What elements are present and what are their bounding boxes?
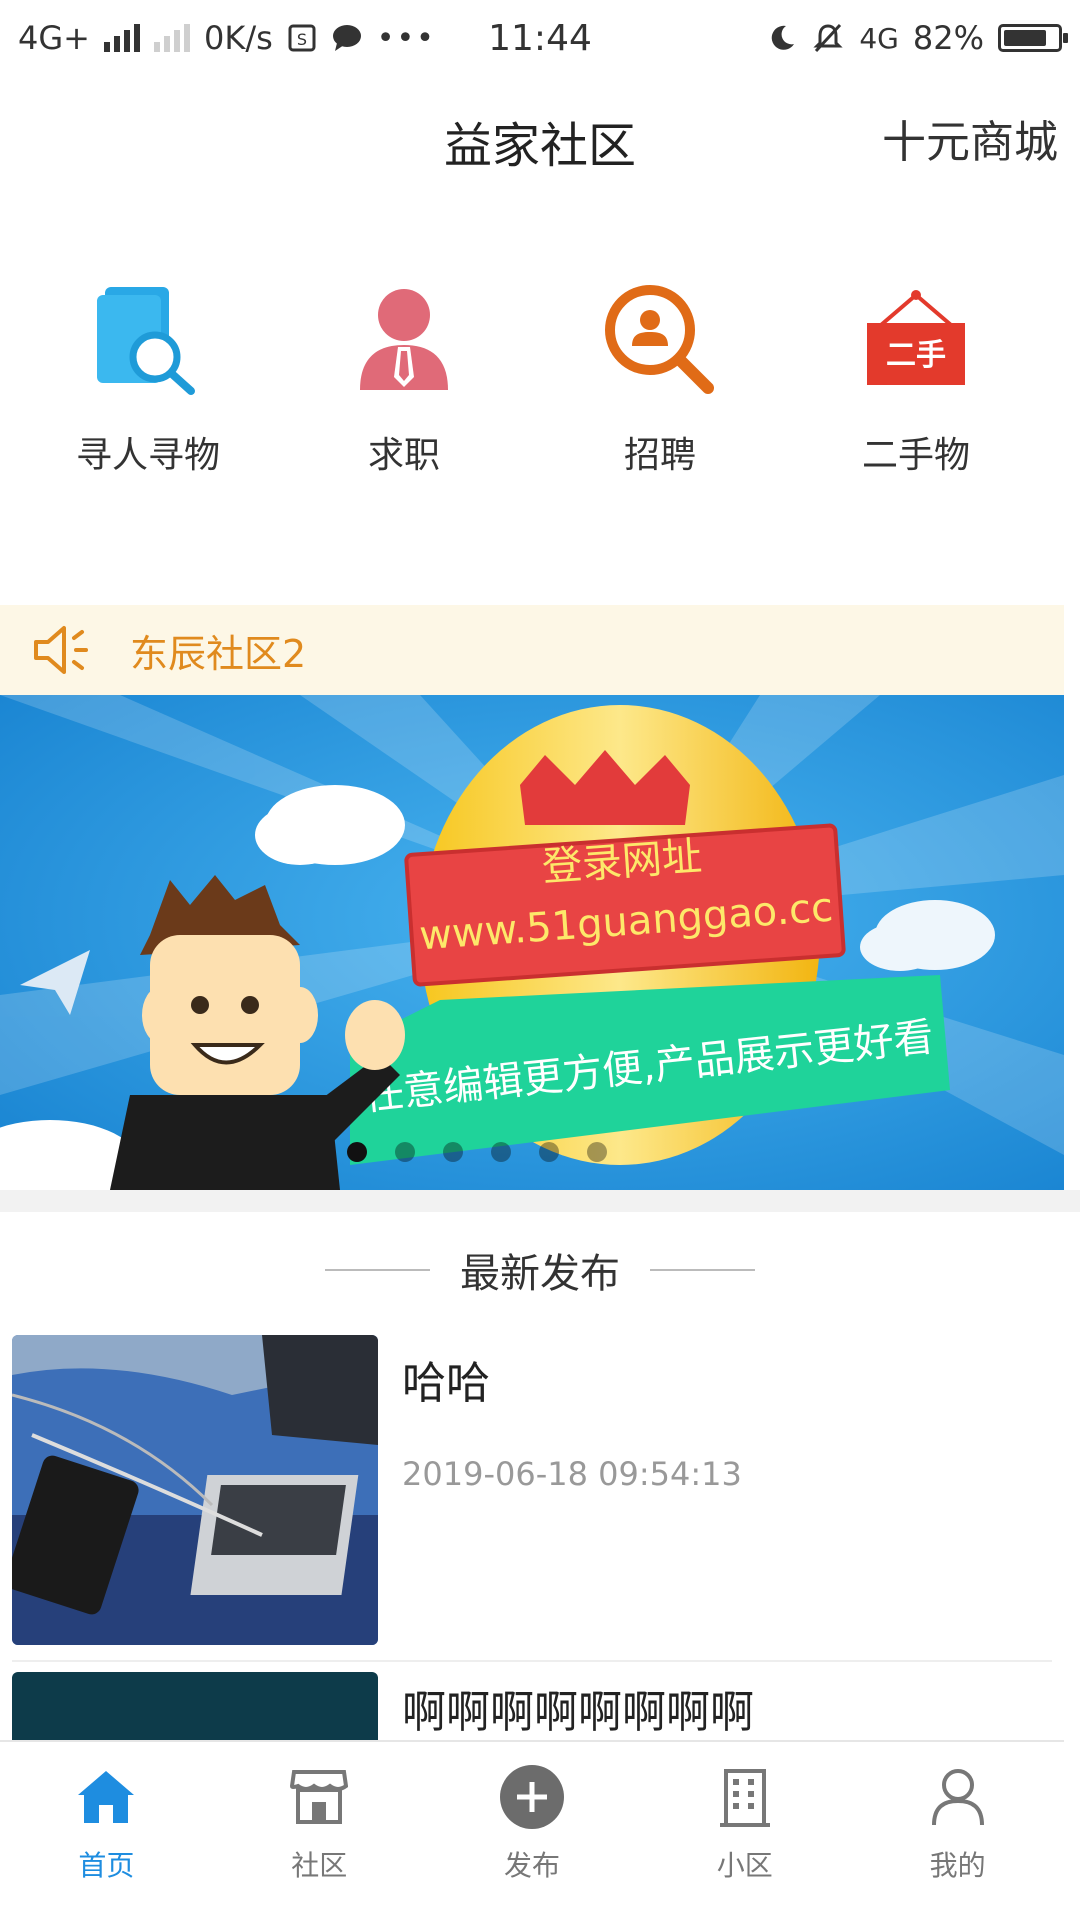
home-icon <box>73 1764 139 1830</box>
notice-text: 东辰社区2 <box>130 631 307 676</box>
status-left: 4G+ 0K/s S ••• <box>18 19 436 57</box>
banner-dot[interactable] <box>587 1142 607 1162</box>
tab-me[interactable]: 我的 <box>851 1742 1064 1922</box>
network-type: 4G+ <box>18 19 90 57</box>
bottom-tab-bar: 首页 社区 发布 小区 我的 <box>0 1740 1064 1922</box>
search-person-icon <box>600 280 720 400</box>
tab-label-me: 我的 <box>929 1849 986 1882</box>
section-gap <box>0 1190 1080 1212</box>
tab-label-community: 社区 <box>291 1849 348 1882</box>
post-title: 啊啊啊啊啊啊啊啊 <box>402 1687 754 1738</box>
secondhand-sign-icon: 二手 <box>856 280 976 400</box>
post-title: 哈哈 <box>402 1358 490 1409</box>
banner-dot[interactable] <box>395 1142 415 1162</box>
banner-dot[interactable] <box>347 1142 367 1162</box>
quick-secondhand[interactable]: 二手 二手物 <box>788 280 1044 500</box>
signal-icon <box>103 24 140 52</box>
quick-label-recruit: 招聘 <box>623 435 696 476</box>
more-icon: ••• <box>376 20 436 56</box>
mute-icon <box>813 23 843 53</box>
quick-label-job-seek: 求职 <box>367 435 440 476</box>
svg-text:二手: 二手 <box>886 338 946 373</box>
chat-icon <box>332 25 361 51</box>
person-tie-icon <box>344 280 464 400</box>
banner-dot[interactable] <box>539 1142 559 1162</box>
post-item[interactable]: 啊啊啊啊啊啊啊啊 <box>12 1672 1062 1740</box>
battery-icon <box>998 24 1068 52</box>
store-icon <box>286 1764 352 1830</box>
building-icon <box>712 1764 778 1830</box>
status-bar: 4G+ 0K/s S ••• 11:44 4G 82% <box>0 0 1080 76</box>
top-nav: 益家社区 十元商城 <box>0 76 1080 201</box>
banner-dot[interactable] <box>491 1142 511 1162</box>
post-thumbnail <box>12 1335 378 1645</box>
svg-text:S: S <box>297 30 307 49</box>
sim-icon: S <box>288 24 316 52</box>
user-icon <box>925 1764 991 1830</box>
tab-label-publish: 发布 <box>503 1849 560 1882</box>
quick-label-secondhand: 二手物 <box>861 435 970 476</box>
moon-icon <box>772 25 795 50</box>
quick-job-seek[interactable]: 求职 <box>276 280 532 500</box>
post-thumbnail <box>12 1672 378 1740</box>
post-divider <box>12 1660 1052 1662</box>
speaker-icon <box>34 626 88 674</box>
banner-artwork: 登录网址 www.51guanggao.cc 任意编辑更方便,产品展示更好看 <box>0 695 1064 1190</box>
section-title: 最新发布 <box>460 1251 620 1297</box>
quick-label-lost-found: 寻人寻物 <box>75 435 220 476</box>
tab-home[interactable]: 首页 <box>0 1742 213 1922</box>
header-line-left <box>325 1269 430 1271</box>
tab-neighborhood[interactable]: 小区 <box>638 1742 851 1922</box>
status-right: 4G 82% <box>767 19 1068 57</box>
plus-circle-icon <box>499 1764 565 1830</box>
net-speed: 0K/s <box>203 19 273 57</box>
mall-link[interactable]: 十元商城 <box>882 106 1058 170</box>
banner-dot[interactable] <box>443 1142 463 1162</box>
header-line-right <box>650 1269 755 1271</box>
post-item[interactable]: 哈哈 2019-06-18 09:54:13 <box>12 1335 1062 1645</box>
banner-pagination <box>0 1142 1064 1162</box>
search-document-icon <box>88 280 208 400</box>
battery-percent: 82% <box>912 19 984 57</box>
signal-2-icon <box>153 24 190 52</box>
tab-community[interactable]: 社区 <box>213 1742 426 1922</box>
tab-label-neighborhood: 小区 <box>716 1849 773 1882</box>
network-type-2: 4G <box>859 21 899 55</box>
quick-lost-found[interactable]: 寻人寻物 <box>20 280 276 500</box>
promo-banner[interactable]: 登录网址 www.51guanggao.cc 任意编辑更方便,产品展示更好看 <box>0 695 1064 1190</box>
tab-label-home: 首页 <box>78 1849 135 1882</box>
notice-bar[interactable]: 东辰社区2 <box>0 605 1064 695</box>
quick-actions: 寻人寻物 求职 招聘 二手 二手物 <box>0 280 1080 500</box>
tab-publish[interactable]: 发布 <box>426 1742 639 1922</box>
post-time: 2019-06-18 09:54:13 <box>402 1455 742 1493</box>
section-header: 最新发布 <box>0 1240 1080 1300</box>
quick-recruit[interactable]: 招聘 <box>532 280 788 500</box>
